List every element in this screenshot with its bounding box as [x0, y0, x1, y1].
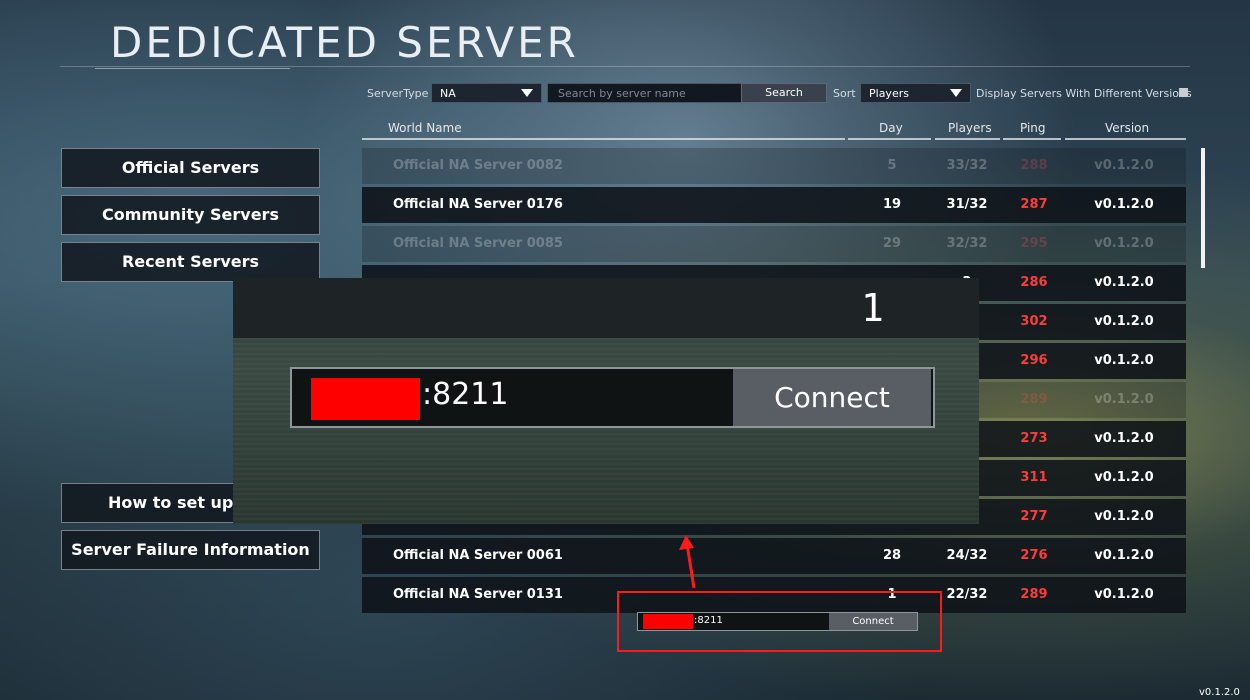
table-row[interactable]: Official NA Server 0061 28 24/32 276 v0.1.2.… — [362, 538, 1186, 574]
cell-name: Official NA Server 0176 — [393, 197, 563, 212]
server-type-value: NA — [440, 87, 456, 100]
cell-day: 29 — [882, 236, 902, 251]
cell-name: Official NA Server 0085 — [393, 236, 563, 251]
server-failure-info-button[interactable]: Server Failure Information — [61, 530, 320, 570]
cell-version: v0.1.2.0 — [1094, 236, 1154, 251]
cell-day: 5 — [887, 158, 897, 173]
header-underline — [848, 138, 931, 140]
cell-ping: 288 — [1020, 158, 1048, 173]
header-version[interactable]: Version — [1105, 121, 1149, 135]
header-players[interactable]: Players — [948, 121, 992, 135]
cell-version: v0.1.2.0 — [1094, 587, 1154, 602]
chevron-down-icon — [521, 89, 533, 97]
page-title: DEDICATED SERVER — [110, 18, 579, 67]
header-underline — [1065, 138, 1186, 140]
port-text: :8211 — [694, 615, 723, 626]
cell-version: v0.1.2.0 — [1094, 197, 1154, 212]
cell-ping: 287 — [1020, 197, 1048, 212]
cell-players: 22/32 — [946, 587, 988, 602]
annotation-arrow-icon — [679, 535, 696, 589]
sort-value: Players — [869, 87, 909, 100]
scrollbar[interactable] — [1201, 148, 1205, 268]
server-type-select[interactable]: NA — [431, 83, 542, 103]
cell-day: 28 — [882, 548, 902, 563]
version-label: v0.1.2.0 — [1199, 687, 1240, 698]
cell-ping: 289 — [1020, 587, 1048, 602]
ip-address-field-small[interactable]: :8211 Connect — [637, 612, 918, 631]
cell-ping: 296 — [1020, 353, 1048, 368]
sort-label: Sort — [833, 87, 856, 100]
header-world-name[interactable]: World Name — [388, 121, 462, 135]
cell-day: 19 — [882, 197, 902, 212]
table-row[interactable]: Official NA Server 0085 29 32/32 295 v0.1.2.… — [362, 226, 1186, 262]
connect-button[interactable]: Connect — [733, 369, 931, 426]
different-versions-label: Display Servers With Different Versions — [976, 87, 1192, 100]
redacted-ip — [643, 614, 693, 629]
cell-ping: 273 — [1020, 431, 1048, 446]
recent-servers-button[interactable]: Recent Servers — [61, 242, 320, 282]
cell-version: v0.1.2.0 — [1094, 548, 1154, 563]
cell-version: v0.1.2.0 — [1094, 431, 1154, 446]
cell-version: v0.1.2.0 — [1094, 509, 1154, 524]
cell-players: 31/32 — [946, 197, 988, 212]
cell-version: v0.1.2.0 — [1094, 314, 1154, 329]
search-input[interactable]: Search by server name — [547, 83, 742, 103]
table-row[interactable]: Official NA Server 0082 5 33/32 288 v0.1.2.0 — [362, 148, 1186, 184]
header-day[interactable]: Day — [879, 121, 903, 135]
ip-address-field[interactable]: :8211 Connect — [290, 367, 935, 428]
header-ping[interactable]: Ping — [1020, 121, 1046, 135]
cell-players: 32/32 — [946, 236, 988, 251]
cell-version: v0.1.2.0 — [1094, 275, 1154, 290]
sort-select[interactable]: Players — [860, 83, 971, 103]
table-row[interactable]: Official NA Server 0176 19 31/32 287 v0.1.2.… — [362, 187, 1186, 223]
cell-version: v0.1.2.0 — [1094, 158, 1154, 173]
cell-ping: 276 — [1020, 548, 1048, 563]
cell-name: Official NA Server 0082 — [393, 158, 563, 173]
cell-ping: 286 — [1020, 275, 1048, 290]
cell-ping: 289 — [1020, 392, 1048, 407]
official-servers-button[interactable]: Official Servers — [61, 148, 320, 188]
cell-version: v0.1.2.0 — [1094, 353, 1154, 368]
different-versions-checkbox[interactable] — [1179, 88, 1188, 97]
cell-version: v0.1.2.0 — [1094, 470, 1154, 485]
cell-players: 24/32 — [946, 548, 988, 563]
cell-ping: 302 — [1020, 314, 1048, 329]
community-servers-button[interactable]: Community Servers — [61, 195, 320, 235]
title-accent-line — [95, 68, 290, 69]
chevron-down-icon — [950, 89, 962, 97]
header-underline — [362, 138, 845, 140]
port-text: :8211 — [422, 377, 509, 412]
title-divider — [60, 66, 1190, 67]
cell-name: Official NA Server 0131 — [393, 587, 563, 602]
redacted-ip — [311, 378, 420, 420]
step-number: 1 — [861, 286, 884, 330]
search-button[interactable]: Search — [741, 83, 827, 103]
header-underline — [1003, 138, 1061, 140]
cell-ping: 295 — [1020, 236, 1048, 251]
server-type-label: ServerType — [367, 87, 429, 100]
cell-players: 33/32 — [946, 158, 988, 173]
connect-button[interactable]: Connect — [829, 613, 917, 630]
cell-ping: 277 — [1020, 509, 1048, 524]
cell-name: Official NA Server 0061 — [393, 548, 563, 563]
header-underline — [935, 138, 1000, 140]
zoomed-connect-panel: 1 :8211 Connect — [233, 278, 979, 524]
cell-ping: 311 — [1020, 470, 1048, 485]
cell-version: v0.1.2.0 — [1094, 392, 1154, 407]
